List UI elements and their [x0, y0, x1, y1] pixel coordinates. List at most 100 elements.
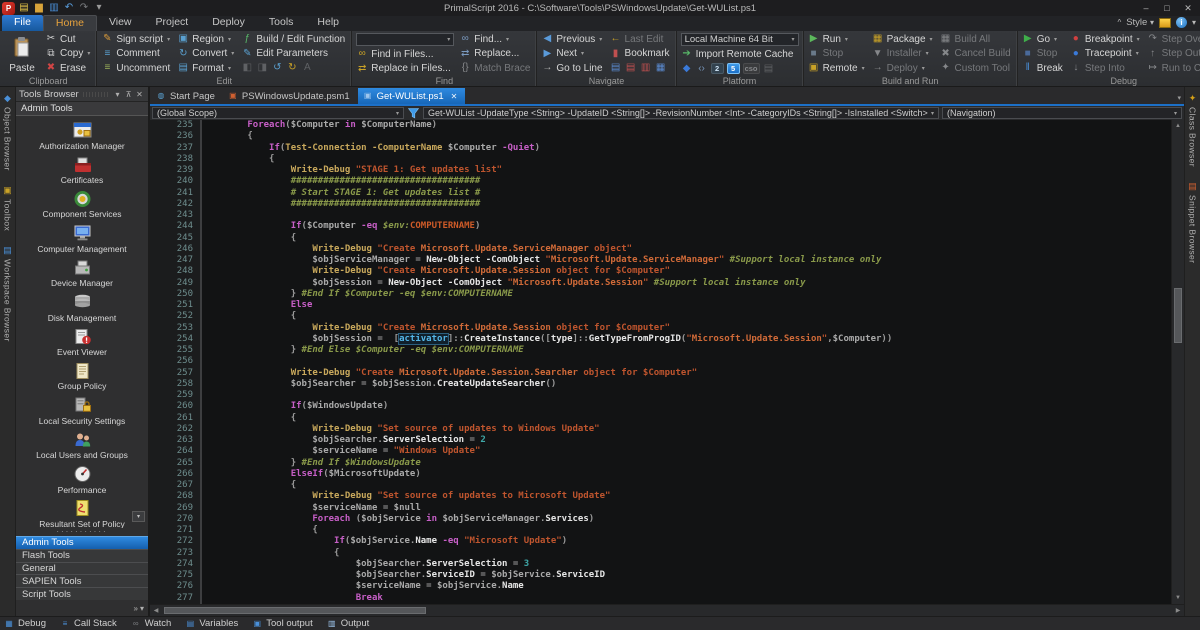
hscroll-track[interactable] — [162, 605, 1172, 616]
output-tab-tool-output[interactable]: ▣Tool output — [252, 618, 312, 629]
convert-button[interactable]: ↻Convert▾ — [175, 47, 238, 62]
vscroll-thumb[interactable] — [1174, 288, 1182, 343]
nav-page-red2-icon[interactable]: ▥ — [640, 62, 652, 74]
code-surface[interactable]: 235 Foreach($Computer in $ComputerName)2… — [150, 120, 1171, 604]
sync-gold-icon[interactable]: ↻ — [286, 62, 298, 74]
category-general[interactable]: General — [16, 562, 148, 575]
navigation-combo[interactable]: (Navigation)▾ — [942, 107, 1182, 119]
sign-check-icon[interactable]: ‹› — [696, 63, 708, 75]
dock-tab-toolbox[interactable]: ▣Toolbox — [2, 185, 13, 231]
dock-tab-class-browser[interactable]: ✦Class Browser — [1187, 93, 1198, 167]
ribbon-tab-help[interactable]: Help — [305, 15, 351, 31]
ribbon-tab-view[interactable]: View — [97, 15, 144, 31]
tool-item-device-manager[interactable]: Device Manager — [16, 256, 148, 290]
scroll-left-icon[interactable]: ◀ — [150, 607, 162, 614]
close-button[interactable]: ✕ — [1178, 2, 1198, 15]
tool-item-certificates[interactable]: Certificates — [16, 152, 148, 186]
sync-blue-icon[interactable]: ↺ — [271, 62, 283, 74]
tracepoint-button[interactable]: ●Tracepoint▾ — [1068, 47, 1144, 62]
scroll-down-icon[interactable]: ▼ — [1172, 592, 1184, 604]
tool-item-authorization-manager[interactable]: Authorization Manager — [16, 118, 148, 152]
erase-button[interactable]: ✖Erase — [43, 61, 94, 76]
find-in-files-button[interactable]: ∞Find in Files... — [354, 47, 456, 62]
panel-close-icon[interactable]: ✕ — [134, 90, 145, 99]
tool-item-local-users-and-groups[interactable]: Local Users and Groups — [16, 428, 148, 462]
style-menu[interactable]: Style ▾ — [1126, 17, 1154, 28]
doc-tab-get-wulist-ps1[interactable]: ▣Get-WUList.ps1✕ — [358, 88, 466, 104]
cso-badge-icon[interactable]: cso — [743, 63, 760, 74]
ps2-badge-icon[interactable]: 2 — [711, 63, 724, 74]
previous-button[interactable]: ◀Previous▾ — [539, 32, 606, 47]
output-tab-output[interactable]: ▥Output — [327, 618, 370, 629]
tab-list-dropdown-icon[interactable]: ▾ — [1177, 94, 1181, 102]
help-dropdown-icon[interactable]: ▾ — [1192, 18, 1196, 27]
go-to-line-button[interactable]: →Go to Line — [539, 61, 606, 76]
tool-item-performance[interactable]: Performance — [16, 462, 148, 496]
tool-item-group-policy[interactable]: Group Policy — [16, 359, 148, 393]
output-tab-call-stack[interactable]: ≡Call Stack — [60, 618, 117, 629]
redo-icon[interactable]: ↷ — [78, 2, 90, 14]
ribbon-tab-deploy[interactable]: Deploy — [200, 15, 257, 31]
scope-combo[interactable]: (Global Scope)▾ — [152, 107, 404, 119]
format-button[interactable]: ▤Format▾ — [175, 61, 238, 76]
tool-item-resultant-set-of-policy[interactable]: Resultant Set of Policy▾ — [16, 496, 148, 528]
cut-button[interactable]: ✂Cut — [43, 32, 94, 47]
region-button[interactable]: ▣Region▾ — [175, 32, 238, 47]
bookmark-button[interactable]: ▮Bookmark — [608, 47, 674, 62]
sign-script-button[interactable]: ✎Sign script▾ — [99, 32, 174, 47]
feedback-icon[interactable] — [1159, 18, 1171, 28]
tool-item-local-security-settings[interactable]: Local Security Settings — [16, 393, 148, 427]
qat-dropdown-icon[interactable]: ▾ — [93, 2, 105, 14]
output-tab-watch[interactable]: ∞Watch — [131, 618, 172, 629]
find-combo-arrow-icon[interactable]: ▾ — [447, 36, 450, 43]
platform-combo[interactable]: Local Machine 64 Bit▾ — [681, 33, 799, 46]
uncomment-button[interactable]: ≡Uncomment — [99, 61, 174, 76]
tool-item-component-services[interactable]: Component Services — [16, 187, 148, 221]
scroll-right-icon[interactable]: ▶ — [1172, 607, 1184, 614]
info-icon[interactable]: i — [1176, 17, 1187, 28]
pin-icon[interactable]: ⊼ — [123, 90, 134, 99]
output-tab-debug[interactable]: ▦Debug — [4, 618, 46, 629]
doc-tab-pswindowsupdate-psm1[interactable]: ▣PSWindowsUpdate.psm1 — [223, 88, 358, 104]
next-button[interactable]: ▶Next▾ — [539, 47, 606, 62]
undo-icon[interactable]: ↶ — [63, 2, 75, 14]
more-categories-icon[interactable]: » — [134, 604, 138, 613]
tool-item-disk-management[interactable]: Disk Management — [16, 290, 148, 324]
nav-page-red-icon[interactable]: ▤ — [625, 62, 637, 74]
find-button[interactable]: ∞Find...▾ — [457, 32, 534, 47]
ribbon-tab-home[interactable]: Home — [43, 15, 97, 31]
sidebar-splitter[interactable]: ··········· — [16, 528, 148, 536]
replace-button[interactable]: ⇄Replace... — [457, 47, 534, 62]
find-combo[interactable]: ▾ — [356, 33, 454, 46]
hscroll-thumb[interactable] — [164, 607, 426, 614]
vertical-scrollbar[interactable]: ▲ ▼ — [1171, 120, 1184, 604]
category-script-tools[interactable]: Script Tools — [16, 587, 148, 600]
collapse-ribbon-icon[interactable]: ^ — [1117, 18, 1121, 27]
vscroll-track[interactable] — [1172, 132, 1184, 592]
restore-button[interactable]: □ — [1157, 2, 1177, 15]
copy-button[interactable]: ⧉Copy▾ — [43, 47, 94, 62]
paste-button[interactable]: Paste — [2, 32, 42, 76]
shield-icon[interactable]: ◆ — [681, 63, 693, 75]
remote-button[interactable]: ▣Remote▾ — [806, 61, 869, 76]
dock-tab-object-browser[interactable]: ◆Object Browser — [2, 93, 13, 171]
build-edit-function-button[interactable]: ƒBuild / Edit Function — [239, 32, 349, 47]
replace-in-files-button[interactable]: ⇄Replace in Files... — [354, 62, 456, 77]
open-file-icon[interactable]: ▆ — [33, 2, 45, 14]
category-flash-tools[interactable]: Flash Tools — [16, 549, 148, 562]
dock-tab-workspace-browser[interactable]: ▤Workspace Browser — [2, 245, 13, 342]
output-tab-variables[interactable]: ▤Variables — [185, 618, 238, 629]
ribbon-tab-project[interactable]: Project — [144, 15, 201, 31]
package-button[interactable]: ▦Package▾ — [870, 32, 937, 47]
panel-drag-grip[interactable] — [83, 92, 108, 97]
dock-tab-snippet-browser[interactable]: ▤Snippet Browser — [1187, 181, 1198, 263]
nav-page-grid-icon[interactable]: ▦ — [655, 62, 667, 74]
run-button[interactable]: ▶Run▾ — [806, 32, 869, 47]
go-button[interactable]: ▶Go▾ — [1020, 32, 1067, 47]
break-button[interactable]: ‖Break — [1020, 61, 1067, 76]
tool-item-computer-management[interactable]: Computer Management — [16, 221, 148, 255]
comment-button[interactable]: ≡Comment — [99, 47, 174, 62]
app-logo-icon[interactable]: P — [2, 2, 15, 15]
ribbon-tab-tools[interactable]: Tools — [257, 15, 306, 31]
panel-menu-icon[interactable]: ▾ — [112, 90, 123, 99]
